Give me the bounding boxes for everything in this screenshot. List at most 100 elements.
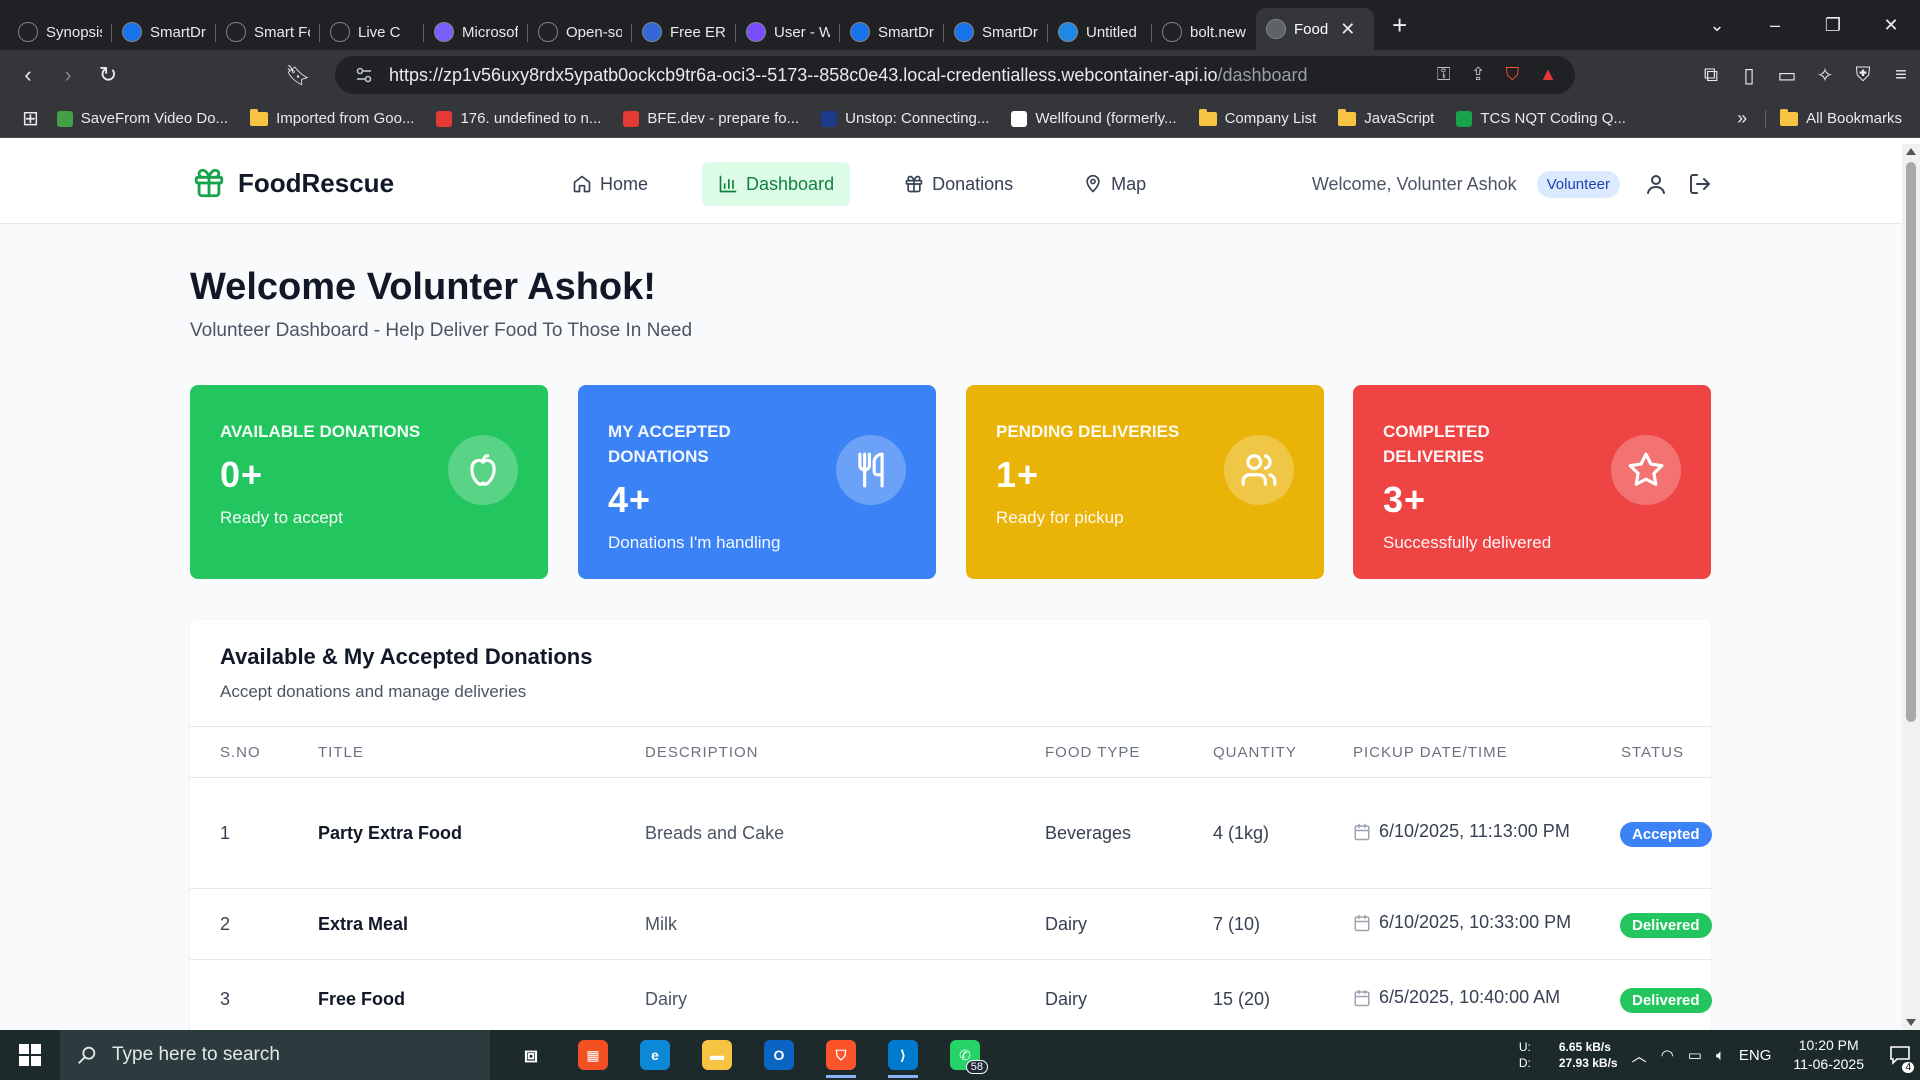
- browser-tab[interactable]: bolt.new: [1152, 14, 1256, 50]
- erd-icon: [642, 22, 662, 42]
- volume-icon[interactable]: 🔈︎: [1716, 1047, 1725, 1064]
- role-badge: Volunteer: [1536, 170, 1620, 198]
- browser-tab-bar: Synopsis SmartDra Smart Fo Live C Microsoft O…: [0, 0, 1920, 50]
- vscode-icon: ⟩: [888, 1040, 918, 1070]
- browser-tab[interactable]: Food ✕: [1256, 8, 1374, 50]
- stat-caption: Successfully delivered: [1383, 533, 1552, 552]
- bookmark-item[interactable]: SaveFrom Video Do...: [56, 110, 228, 127]
- battery-icon[interactable]: ▭: [1688, 1046, 1702, 1064]
- microsoft-store-taskbar-button[interactable]: ▦: [562, 1030, 624, 1080]
- bookmark-icon[interactable]: 🔖︎: [278, 63, 318, 88]
- logout-icon[interactable]: [1688, 172, 1712, 196]
- brand-logo[interactable]: FoodRescue: [192, 166, 394, 200]
- panel-subtitle: Accept donations and manage deliveries: [220, 682, 527, 701]
- close-tab-icon[interactable]: ✕: [1340, 19, 1355, 40]
- bookmark-item[interactable]: TCS NQT Coding Q...: [1456, 110, 1626, 127]
- bookmark-item[interactable]: BFE.dev - prepare fo...: [623, 110, 799, 127]
- start-button[interactable]: [0, 1044, 60, 1066]
- brave-taskbar-button[interactable]: ⛉: [810, 1030, 872, 1080]
- new-tab-button[interactable]: +: [1392, 10, 1407, 41]
- bookmark-item[interactable]: Wellfound (formerly...: [1011, 110, 1177, 127]
- brave-rewards-icon[interactable]: ▲: [1539, 64, 1557, 85]
- forward-button[interactable]: ›: [48, 62, 88, 88]
- clock[interactable]: 10:20 PM 11-06-2025: [1793, 1036, 1864, 1074]
- pickup-datetime: 6/10/2025, 10:33:00 PM: [1379, 912, 1572, 932]
- tab-search-icon[interactable]: ⌄: [1688, 15, 1746, 36]
- restore-button[interactable]: ❐: [1804, 15, 1862, 36]
- edge-taskbar-button[interactable]: e: [624, 1030, 686, 1080]
- browser-tab[interactable]: SmartDra: [840, 14, 944, 50]
- bookmark-item[interactable]: Unstop: Connecting...: [821, 110, 989, 127]
- stat-card: Pending Deliveries 1+ Ready for pickup: [966, 385, 1324, 579]
- whatsapp-taskbar-button[interactable]: ✆ 58: [934, 1030, 996, 1080]
- wallet-icon[interactable]: ▭: [1768, 63, 1806, 88]
- browser-tab[interactable]: SmartDra: [112, 14, 216, 50]
- table-row[interactable]: 2 Extra Meal Milk Dairy 7 (10) 6/10/2025, 10:…: [190, 889, 1712, 960]
- outlook-taskbar-button[interactable]: O: [748, 1030, 810, 1080]
- user-area: Welcome, Volunter Ashok Volunteer: [1312, 164, 1712, 204]
- scroll-up-arrow[interactable]: [1906, 148, 1916, 155]
- vpn-icon[interactable]: ⛨: [1844, 64, 1882, 87]
- browser-tab[interactable]: Open-sou: [528, 14, 632, 50]
- cell-quantity: 15 (20): [1213, 989, 1271, 1009]
- site-info-icon[interactable]: [355, 66, 373, 84]
- file-explorer-taskbar-button[interactable]: ▬: [686, 1030, 748, 1080]
- table-row[interactable]: 3 Free Food Dairy Dairy 15 (20) 6/5/2025, 10:…: [190, 960, 1712, 1030]
- sidebar-icon[interactable]: ▯: [1730, 63, 1768, 88]
- wifi-icon[interactable]: ◠: [1661, 1046, 1674, 1064]
- more-bookmarks-button[interactable]: »: [1737, 108, 1747, 129]
- address-bar[interactable]: https://zp1v56uxy8rdx5ypatb0ockcb9tr6a-o…: [335, 56, 1575, 94]
- scroll-down-arrow[interactable]: [1906, 1019, 1916, 1026]
- extensions-icon[interactable]: ⧉: [1692, 64, 1730, 87]
- bookmark-item[interactable]: Imported from Goo...: [250, 108, 414, 127]
- table-row[interactable]: 1 Party Extra Food Breads and Cake Beverage…: [190, 778, 1712, 889]
- stat-icon-circle: [448, 435, 518, 505]
- browser-tab[interactable]: Free ER D: [632, 14, 736, 50]
- browser-tab[interactable]: Synopsis: [8, 14, 112, 50]
- vscode-taskbar-button[interactable]: ⟩: [872, 1030, 934, 1080]
- close-window-button[interactable]: ✕: [1862, 15, 1920, 36]
- profile-icon[interactable]: [1644, 172, 1668, 196]
- bookmark-item[interactable]: JavaScript: [1338, 108, 1434, 127]
- leo-ai-icon[interactable]: ✧: [1806, 63, 1844, 88]
- browser-tab[interactable]: SmartDra: [944, 14, 1048, 50]
- page-scrollbar[interactable]: [1902, 144, 1920, 1030]
- menu-icon[interactable]: ≡: [1882, 64, 1920, 87]
- apps-grid-icon[interactable]: ⊞: [22, 106, 39, 131]
- bookmark-item[interactable]: Company List: [1198, 108, 1316, 127]
- globe-icon: [1266, 19, 1286, 39]
- back-button[interactable]: ‹: [8, 62, 48, 88]
- reload-button[interactable]: ↻: [88, 62, 128, 88]
- nav-label: Dashboard: [746, 173, 835, 194]
- browser-tab[interactable]: Microsoft: [424, 14, 528, 50]
- brave-shield-icon[interactable]: ⛉: [1506, 64, 1520, 85]
- bookmarks-divider: [1765, 109, 1767, 128]
- browser-tab[interactable]: User - Wi: [736, 14, 840, 50]
- task-view-taskbar-button[interactable]: ⧈: [500, 1030, 562, 1080]
- minimize-button[interactable]: –: [1746, 15, 1804, 36]
- bookmark-item[interactable]: 176. undefined to n...: [436, 110, 601, 127]
- share-icon[interactable]: ⇪: [1471, 64, 1486, 85]
- cell-sno: 2: [220, 914, 231, 934]
- window-controls: ⌄ – ❐ ✕: [1688, 0, 1920, 50]
- all-bookmarks-folder[interactable]: All Bookmarks: [1780, 108, 1902, 127]
- stat-icon-circle: [836, 435, 906, 505]
- browser-tab[interactable]: Untitled: [1048, 14, 1152, 50]
- nav-donations[interactable]: Donations: [888, 162, 1029, 206]
- notification-center[interactable]: 4: [1880, 1045, 1920, 1073]
- bookmark-favicon: [1011, 110, 1028, 127]
- bookmarks-bar: ⊞ SaveFrom Video Do... Imported from Goo.…: [0, 100, 1920, 138]
- nav-dashboard[interactable]: Dashboard: [702, 162, 851, 206]
- scroll-thumb[interactable]: [1906, 162, 1916, 722]
- page-subtitle: Volunteer Dashboard - Help Deliver Food …: [190, 320, 693, 341]
- browser-tab[interactable]: Smart Fo: [216, 14, 320, 50]
- nav-home[interactable]: Home: [556, 162, 664, 206]
- download-speed: 27.93 kB/s: [1558, 1056, 1618, 1070]
- nav-map[interactable]: Map: [1067, 162, 1162, 206]
- key-icon[interactable]: ⚿: [1437, 64, 1451, 85]
- browser-tab[interactable]: Live C: [320, 14, 424, 50]
- cell-description: Dairy: [645, 989, 688, 1009]
- chevron-up-icon[interactable]: ︿: [1632, 1045, 1647, 1066]
- taskbar-search[interactable]: Type here to search: [60, 1030, 490, 1080]
- language-indicator[interactable]: ENG: [1739, 1047, 1772, 1064]
